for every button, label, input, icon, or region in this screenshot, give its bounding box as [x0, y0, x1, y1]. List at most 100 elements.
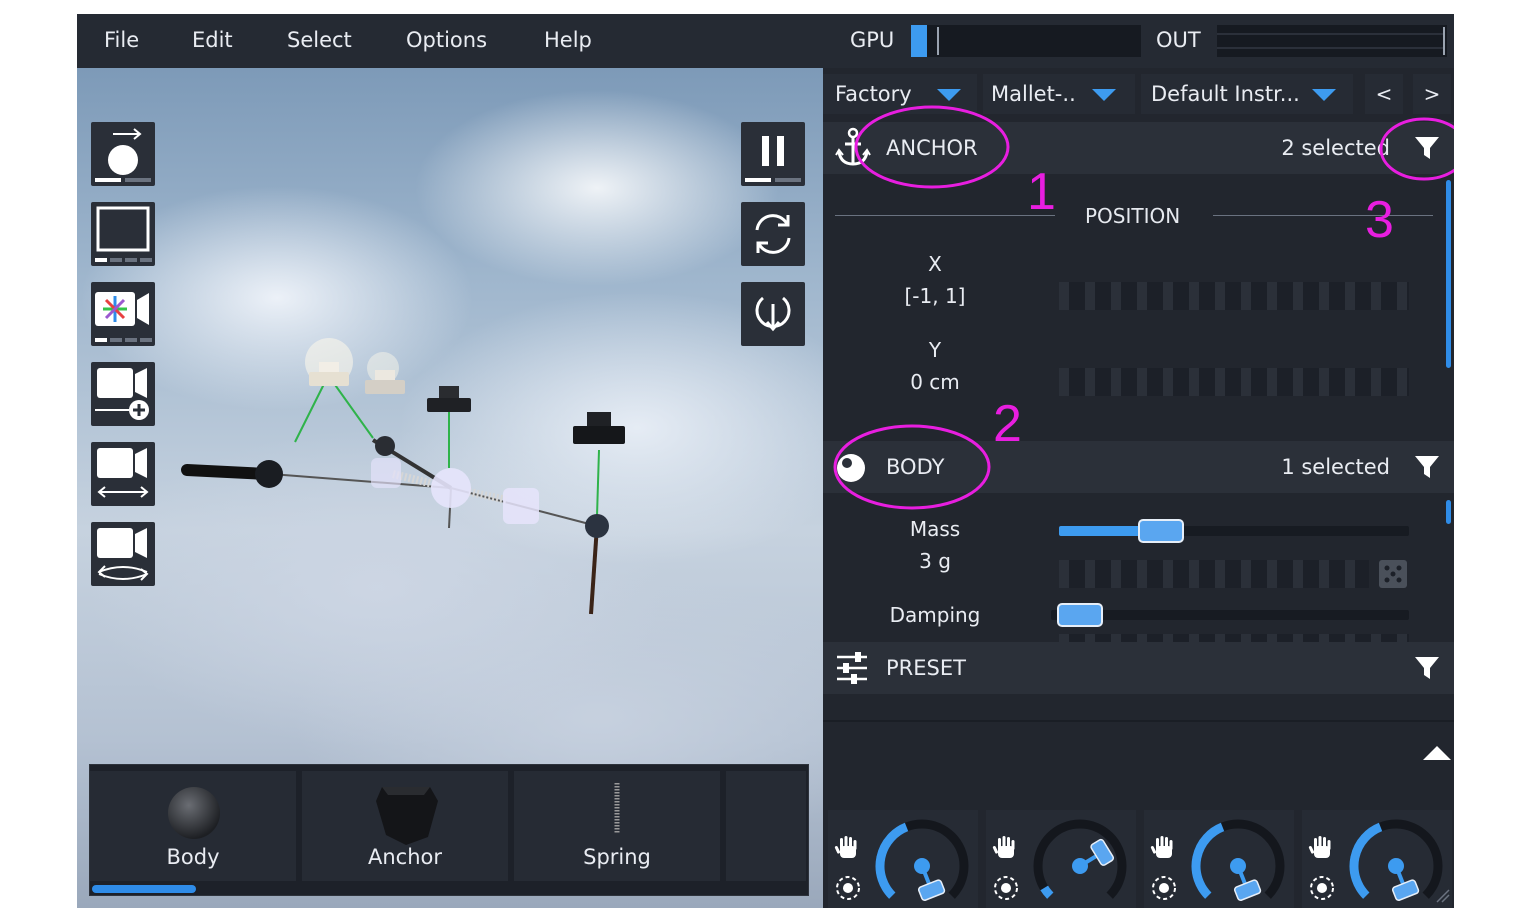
modulation-gear-icon[interactable]	[1306, 872, 1338, 904]
body-sphere-selected[interactable]	[431, 468, 471, 508]
tool-push-body-button[interactable]	[91, 122, 155, 186]
anchor-scrollbar[interactable]	[1446, 180, 1451, 368]
position-group-title: POSITION	[1085, 204, 1181, 228]
gravity-icon	[755, 296, 791, 332]
macro-knob-digitize[interactable]: Digitize	[828, 810, 978, 908]
tool-add-camera-button[interactable]	[91, 362, 155, 426]
param-name-mass: Mass	[909, 517, 961, 541]
body-scrollbar[interactable]	[1446, 500, 1451, 524]
palette-item-spring[interactable]: Spring	[514, 771, 720, 881]
gpu-meter-marker	[937, 27, 939, 55]
anchor-block[interactable]	[309, 372, 349, 386]
anchor-section-header[interactable]: ANCHOR 2 selected	[823, 122, 1454, 174]
dice-icon[interactable]	[1379, 560, 1407, 588]
palette-item-body[interactable]: Body	[90, 771, 296, 881]
param-value-mass[interactable]: 3 g	[875, 549, 995, 573]
param-value-x[interactable]: [-1, 1]	[875, 284, 995, 308]
body-sphere[interactable]	[585, 514, 609, 538]
prev-preset-button[interactable]: <	[1365, 74, 1403, 114]
app-window: File Edit Select Options Help GPU OUT Bo…	[77, 14, 1454, 908]
menu-options[interactable]: Options	[406, 14, 487, 68]
hand-grab-icon[interactable]	[1308, 834, 1336, 862]
param-name-y: Y	[928, 338, 942, 362]
category-dropdown[interactable]: Mallet-...	[983, 74, 1135, 114]
out-meter-marker	[1443, 27, 1445, 55]
instrument-dropdown[interactable]: Default Instr...	[1141, 74, 1353, 114]
gpu-meter	[911, 25, 1141, 57]
x-modulation-strip[interactable]	[1059, 282, 1409, 310]
macro-knob-slap[interactable]: Slap	[986, 810, 1136, 908]
hand-grab-icon[interactable]	[1150, 834, 1178, 862]
palette-scrollbar[interactable]	[92, 885, 196, 893]
next-preset-button[interactable]: >	[1413, 74, 1451, 114]
param-value-y[interactable]: 0 cm	[875, 370, 995, 394]
tool-pan-camera-button[interactable]	[91, 442, 155, 506]
refresh-icon	[755, 214, 791, 254]
body-sphere[interactable]	[375, 436, 395, 456]
spring-icon	[614, 783, 620, 833]
mass-slider[interactable]	[1059, 526, 1409, 536]
y-modulation-strip[interactable]	[1059, 368, 1409, 396]
out-label: OUT	[1156, 28, 1201, 52]
collapse-up-icon[interactable]	[1423, 744, 1451, 762]
hand-grab-icon[interactable]	[992, 834, 1020, 862]
scene-graph[interactable]	[77, 68, 823, 758]
anchor-block[interactable]	[573, 426, 625, 444]
preset-section-header[interactable]: PRESET	[823, 642, 1454, 694]
gpu-label: GPU	[850, 28, 895, 52]
bank-dropdown[interactable]: Factory	[823, 74, 977, 114]
damping-slider[interactable]	[1051, 610, 1409, 620]
pause-button[interactable]	[741, 122, 805, 186]
section-title: BODY	[886, 455, 945, 479]
palette-item-label: Body	[166, 845, 220, 869]
filter-icon[interactable]	[1414, 655, 1440, 681]
3d-viewport[interactable]: Body Anchor Spring	[77, 68, 823, 908]
tool-frame-button[interactable]	[91, 202, 155, 266]
mass-slider-thumb[interactable]	[1138, 519, 1184, 543]
body-cube-selected[interactable]	[371, 458, 401, 488]
filter-icon[interactable]	[1414, 135, 1440, 161]
tool-color-camera-button[interactable]	[91, 282, 155, 346]
chevron-down-icon	[937, 89, 961, 101]
frame-square-icon	[95, 206, 152, 262]
sliders-icon	[837, 652, 867, 684]
body-sphere[interactable]	[255, 460, 283, 488]
modulation-gear-icon[interactable]	[1148, 872, 1180, 904]
chevron-down-icon	[1312, 89, 1336, 101]
damping-slider-thumb[interactable]	[1057, 603, 1103, 627]
menu-file[interactable]: File	[104, 14, 139, 68]
resize-grip-icon[interactable]	[1435, 888, 1451, 904]
body-cube-selected[interactable]	[503, 488, 539, 524]
palette-item-more[interactable]	[726, 771, 806, 881]
gravity-button[interactable]	[741, 282, 805, 346]
filter-icon[interactable]	[1414, 454, 1440, 480]
damping-modulation-strip[interactable]	[1059, 634, 1409, 642]
annotation-number: 3	[1365, 191, 1394, 249]
macro-knob-offset[interactable]: Offset	[1302, 810, 1452, 908]
push-body-icon	[95, 128, 151, 182]
annotation-number: 2	[993, 395, 1022, 453]
menu-bar: File Edit Select Options Help GPU OUT	[77, 14, 1454, 68]
anchor-link	[596, 449, 600, 517]
body-section-header[interactable]: BODY 1 selected	[823, 441, 1454, 493]
macro-knob-mute[interactable]: Mute	[1144, 810, 1294, 908]
menu-select[interactable]: Select	[287, 14, 352, 68]
modulation-gear-icon[interactable]	[832, 872, 864, 904]
palette-item-anchor[interactable]: Anchor	[302, 771, 508, 881]
anchor-block[interactable]	[427, 398, 471, 412]
group-divider	[835, 215, 1055, 216]
mass-modulation-strip[interactable]	[1059, 560, 1369, 588]
wooden-rod	[589, 525, 599, 615]
reset-button[interactable]	[741, 202, 805, 266]
hand-grab-icon[interactable]	[834, 834, 862, 862]
menu-help[interactable]: Help	[544, 14, 592, 68]
modulation-gear-icon[interactable]	[990, 872, 1022, 904]
body-sphere-icon	[837, 454, 865, 482]
camera-orbit-icon	[97, 528, 149, 581]
out-meter	[1217, 25, 1447, 57]
object-palette: Body Anchor Spring	[89, 764, 809, 896]
anchor-block[interactable]	[365, 380, 405, 394]
panel-divider	[823, 720, 1454, 722]
tool-orbit-camera-button[interactable]	[91, 522, 155, 586]
menu-edit[interactable]: Edit	[192, 14, 233, 68]
